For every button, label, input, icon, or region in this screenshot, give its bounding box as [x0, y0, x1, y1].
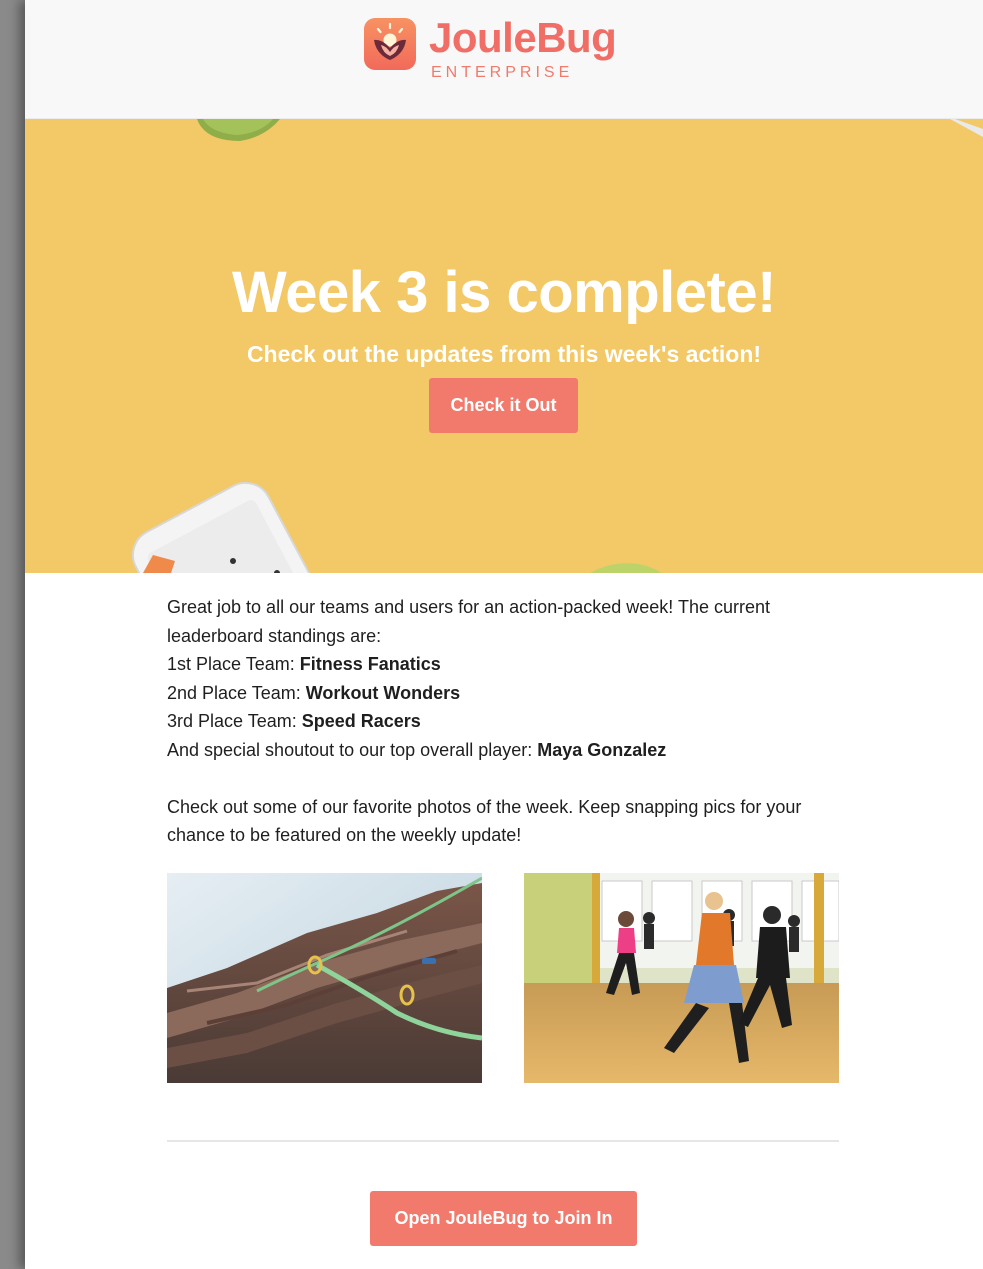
hero-banner: Week 3 is complete! Check out the update… — [25, 119, 983, 573]
brand-tagline: ENTERPRISE — [431, 64, 574, 81]
photo-gallery — [167, 873, 839, 1083]
email-body: Great job to all our teams and users for… — [167, 593, 847, 850]
brand-logo[interactable]: JouleBug ENTERPRISE — [364, 14, 617, 82]
shoutout: And special shoutout to our top overall … — [167, 736, 847, 765]
intro-text: Great job to all our teams and users for… — [167, 597, 770, 646]
standing-label: 1st Place Team: — [167, 654, 300, 675]
joulebug-logo-icon — [364, 18, 416, 70]
section-divider — [167, 1140, 839, 1142]
standing-1: 1st Place Team: Fitness Fanatics — [167, 650, 847, 679]
hero-title: Week 3 is complete! — [232, 260, 776, 325]
check-it-out-button[interactable]: Check it Out — [429, 378, 578, 433]
hero-subtitle: Check out the updates from this week's a… — [246, 341, 762, 367]
team-name: Fitness Fanatics — [299, 654, 441, 675]
email-header: JouleBug ENTERPRISE — [25, 0, 983, 119]
standing-label: 3rd Place Team: — [167, 711, 302, 732]
standing-3: 3rd Place Team: Speed Racers — [167, 707, 847, 736]
team-name: Workout Wonders — [305, 682, 461, 703]
standing-2: 2nd Place Team: Workout Wonders — [167, 679, 847, 708]
shoutout-label: And special shoutout to our top overall … — [167, 739, 538, 760]
brand-name: JouleBug — [429, 14, 617, 61]
open-joulebug-button[interactable]: Open JouleBug to Join In — [370, 1191, 637, 1246]
standing-label: 2nd Place Team: — [167, 682, 306, 703]
top-player-name: Maya Gonzalez — [537, 739, 667, 760]
photos-intro-text: Check out some of our favorite photos of… — [167, 796, 802, 846]
team-name: Speed Racers — [301, 711, 421, 732]
dance-class-photo[interactable] — [524, 873, 839, 1083]
email-frame: JouleBug ENTERPRISE Week 3 is complete! … — [25, 0, 983, 1269]
rock-climbing-photo[interactable] — [167, 873, 482, 1083]
